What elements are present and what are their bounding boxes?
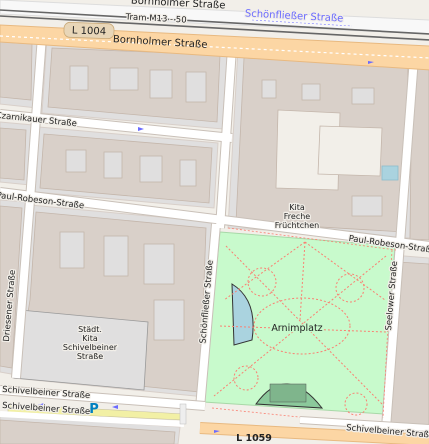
poi-kita-freche-line3: Früchtchen [275, 221, 319, 230]
road-ref-l1004: L 1004 [63, 21, 115, 40]
map-view[interactable]: L 1004 Bornholmer Straße Tram M13 - 50 S… [0, 0, 429, 444]
parking-area [179, 403, 187, 425]
map-canvas[interactable]: L 1004 Bornholmer Straße Tram M13 - 50 S… [0, 0, 429, 444]
poi-kita-freche-line1: Kita [289, 203, 305, 212]
parking-icon: P [89, 402, 99, 417]
poi-stadt-kita-line4: Straße [77, 352, 103, 361]
poi-stadt-kita-line3: Schivelbeiner [63, 343, 118, 352]
road-ref-l1059: L 1059 [236, 433, 272, 444]
street-label-schivelbeiner-1: Schivelbeiner Straße [2, 385, 91, 401]
poi-kita-freche-line2: Freche [284, 212, 311, 221]
park-label-arnimplatz: Arnimplatz [271, 323, 322, 334]
poi-stadt-kita-line1: Städt. [78, 325, 102, 334]
poi-stadt-kita-line2: Kita [82, 334, 98, 343]
road-ref-l1004-text: L 1004 [72, 25, 107, 37]
